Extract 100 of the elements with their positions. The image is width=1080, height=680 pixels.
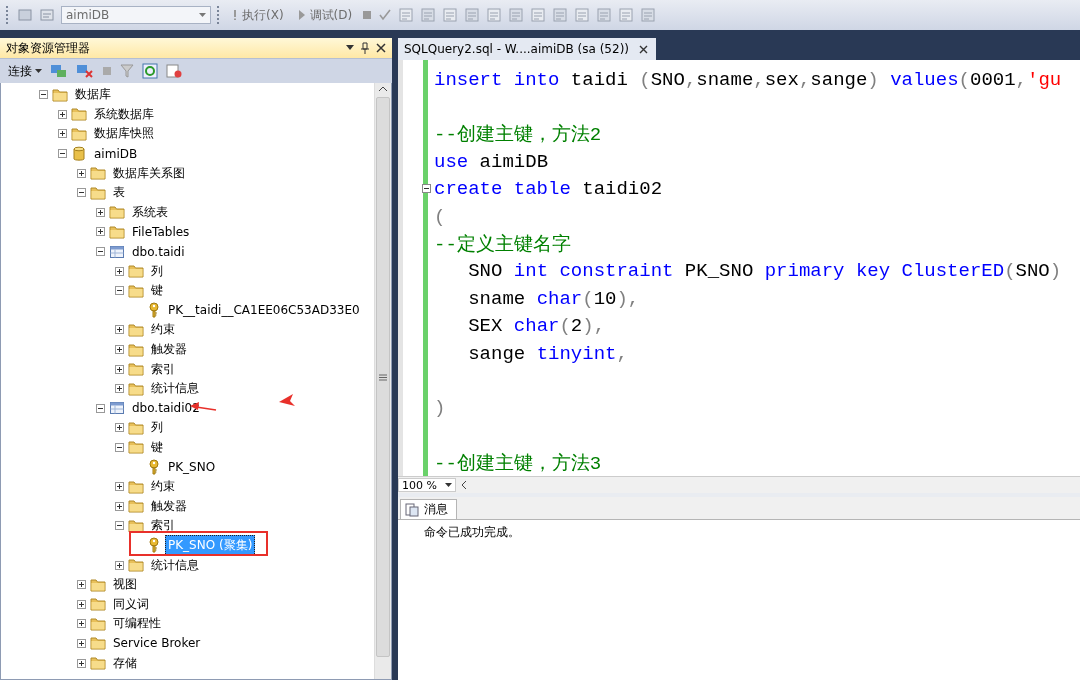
pin-icon[interactable]: [360, 42, 370, 54]
scrollbar-thumb[interactable]: [376, 97, 390, 657]
tree-item[interactable]: dbo.taidi: [129, 242, 188, 261]
expand-icon[interactable]: [115, 364, 124, 374]
disconnect-icon[interactable]: [76, 63, 94, 79]
database-dropdown[interactable]: aimiDB: [61, 6, 211, 24]
tree-item[interactable]: 视图: [110, 574, 140, 596]
panel-title: 对象资源管理器: [6, 39, 91, 57]
expand-icon[interactable]: [115, 501, 124, 511]
close-icon[interactable]: [376, 43, 386, 53]
expand-icon[interactable]: [115, 482, 124, 492]
report-icon[interactable]: [166, 63, 182, 79]
expand-icon[interactable]: [77, 658, 86, 668]
tree-item[interactable]: 列: [148, 260, 166, 282]
folder-icon: [128, 440, 144, 455]
expand-icon[interactable]: [115, 423, 124, 433]
caret-icon: [445, 482, 452, 488]
tree-item[interactable]: 同义词: [110, 593, 152, 615]
document-icon: [405, 502, 419, 517]
tree-item[interactable]: 索引: [148, 515, 178, 537]
folder-icon: [90, 616, 106, 631]
expand-icon[interactable]: [96, 207, 105, 217]
key-icon: [147, 302, 161, 319]
code-line: insert into taidi (SNO,sname,sex,sange) values(0001,'gu: [434, 68, 1062, 91]
tree-item[interactable]: 系统数据库: [91, 103, 157, 125]
tree-item[interactable]: 数据库关系图: [110, 162, 188, 184]
folder-icon: [128, 558, 144, 573]
folder-icon: [90, 636, 106, 651]
connect-button[interactable]: 连接: [8, 62, 42, 80]
code-line: sange tinyint,: [467, 342, 628, 365]
tree-item[interactable]: 表: [110, 182, 128, 204]
collapse-icon[interactable]: [115, 286, 124, 296]
collapse-icon[interactable]: [96, 403, 105, 413]
expand-icon[interactable]: [115, 384, 124, 394]
debug-button[interactable]: 调试(D): [293, 6, 357, 24]
collapse-icon[interactable]: [115, 521, 124, 531]
expand-icon[interactable]: [58, 109, 67, 119]
expand-icon[interactable]: [115, 325, 124, 335]
collapse-icon[interactable]: [58, 149, 67, 159]
tree-item[interactable]: PK_SNO: [165, 458, 219, 477]
tree-item[interactable]: 约束: [148, 476, 178, 498]
tree-item[interactable]: 可编程性: [110, 613, 164, 635]
refresh-icon[interactable]: [142, 63, 158, 79]
expand-icon[interactable]: [77, 599, 86, 609]
tree-item[interactable]: 触发器: [148, 495, 190, 517]
tree-item[interactable]: 系统表: [129, 201, 171, 223]
tree-item[interactable]: 统计信息: [148, 378, 202, 400]
expand-icon[interactable]: [115, 266, 124, 276]
folder-icon: [128, 264, 144, 279]
expand-icon[interactable]: [77, 619, 86, 629]
tree-item[interactable]: 数据库快照: [91, 123, 157, 145]
expand-icon[interactable]: [77, 168, 86, 178]
tree-item[interactable]: 统计信息: [148, 554, 202, 576]
tree-item[interactable]: 列: [148, 417, 166, 439]
folder-icon: [128, 283, 144, 298]
expand-icon[interactable]: [96, 227, 105, 237]
expand-icon[interactable]: [115, 560, 124, 570]
collapse-icon[interactable]: [96, 247, 105, 257]
collapse-icon[interactable]: [39, 90, 48, 100]
tree-item[interactable]: dbo.taidi02: [129, 399, 203, 418]
folder-icon: [109, 205, 125, 220]
tree-item[interactable]: 约束: [148, 319, 178, 341]
check-icon[interactable]: [378, 8, 393, 22]
close-icon[interactable]: [639, 44, 648, 54]
tree-item[interactable]: PK__taidi__CA1EE06C53AD33E0: [165, 301, 363, 320]
code-line: use aimiDB: [434, 150, 549, 173]
messages-tab[interactable]: 消息: [400, 499, 457, 519]
folder-icon: [90, 656, 106, 670]
collapse-icon[interactable]: [77, 188, 86, 198]
folder-icon: [90, 597, 106, 612]
folder-icon: [109, 224, 125, 239]
expand-icon[interactable]: [77, 638, 86, 648]
scroll-up-icon[interactable]: [378, 85, 388, 93]
tree-item[interactable]: 键: [148, 280, 166, 302]
code-editor[interactable]: [398, 60, 1080, 476]
folder-icon: [128, 322, 144, 337]
code-line: SEX char(2),: [467, 315, 606, 338]
tree-item[interactable]: 数据库: [72, 84, 114, 106]
expand-icon[interactable]: [115, 345, 124, 354]
folder-icon: [128, 362, 144, 377]
folder-icon: [128, 342, 144, 357]
collapse-icon[interactable]: [422, 183, 431, 193]
tree-item[interactable]: FileTables: [129, 222, 193, 241]
tree-item[interactable]: 存储: [110, 652, 140, 674]
tree-item[interactable]: 键: [148, 437, 166, 458]
tree-item[interactable]: 索引: [148, 358, 178, 380]
annotation-arrow: [279, 394, 295, 406]
scroll-left-icon[interactable]: [460, 480, 468, 490]
tree-item[interactable]: Service Broker: [110, 634, 204, 653]
code-line: ): [434, 397, 446, 420]
execute-button[interactable]: 执行(X): [228, 6, 288, 24]
tree-item[interactable]: aimiDB: [91, 144, 141, 163]
tree-item[interactable]: 触发器: [148, 339, 190, 360]
expand-icon[interactable]: [58, 129, 67, 139]
code-line: sname char(10),: [467, 287, 640, 310]
dropdown-icon[interactable]: [346, 45, 354, 51]
editor-tab[interactable]: SQLQuery2.sql - W....aimiDB (sa (52)): [398, 38, 656, 60]
zoom-dropdown[interactable]: 100 %: [398, 478, 456, 492]
collapse-icon[interactable]: [115, 443, 124, 452]
expand-icon[interactable]: [77, 580, 86, 590]
